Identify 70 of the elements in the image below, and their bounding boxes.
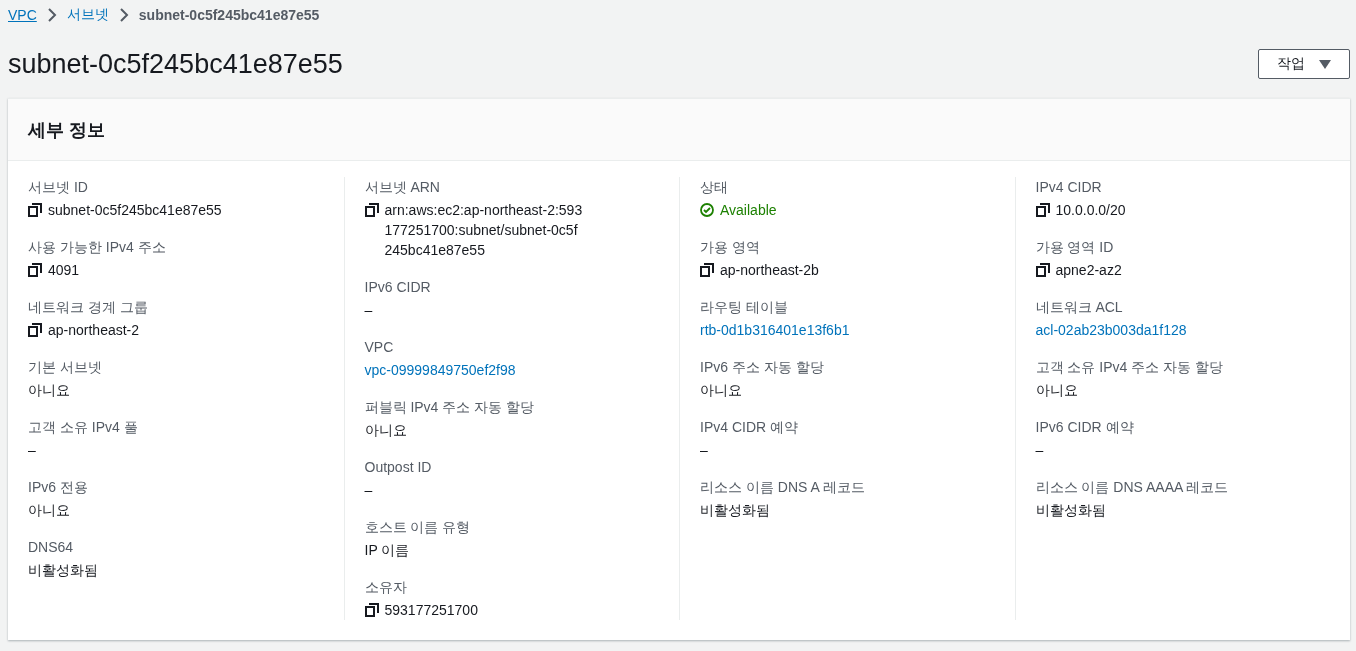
field-value: – <box>28 441 37 460</box>
field-value: apne2-az2 <box>1055 261 1122 280</box>
field-value: arn:aws:ec2:ap-northeast-2:593177251700:subnet/subnet-0c5f245bc41e87e55 <box>384 201 584 260</box>
check-circle-icon <box>700 203 714 217</box>
field-label: 서브넷 ARN <box>364 178 441 197</box>
field-label: 서브넷 ID <box>28 178 89 197</box>
breadcrumb-current: subnet-0c5f245bc41e87e55 <box>138 7 320 23</box>
field-label: 사용 가능한 IPv4 주소 <box>28 238 167 257</box>
field-label: 가용 영역 ID <box>1035 238 1115 257</box>
field-value: 비활성화됨 <box>1035 501 1107 520</box>
chevron-right-icon <box>46 8 57 22</box>
field-value: – <box>700 441 709 460</box>
field-label: 가용 영역 <box>700 238 761 257</box>
field-link[interactable]: vpc-09999849750ef2f98 <box>364 360 659 380</box>
field-value: – <box>364 481 374 500</box>
copy-icon[interactable] <box>28 263 42 277</box>
field-label: 고객 소유 IPv4 주소 자동 할당 <box>1035 358 1224 377</box>
field-label: 라우팅 테이블 <box>700 298 789 317</box>
field-label: IPv6 전용 <box>28 478 89 497</box>
field-label: 네트워크 ACL <box>1035 298 1124 317</box>
panel-title: 세부 정보 <box>28 118 105 142</box>
copy-icon[interactable] <box>700 263 714 277</box>
field-label: 소유자 <box>364 578 408 597</box>
copy-icon[interactable] <box>364 203 379 217</box>
field-label: IPv6 CIDR 예약 <box>1035 418 1135 437</box>
field-value: 아니요 <box>1035 381 1079 400</box>
field-label: DNS64 <box>28 538 75 557</box>
status-text: Available <box>720 201 777 220</box>
copy-icon[interactable] <box>28 323 42 337</box>
field-label: IPv4 CIDR <box>1035 178 1103 197</box>
field-value: 아니요 <box>364 421 408 440</box>
field-value: 비활성화됨 <box>700 501 771 520</box>
field-label: IPv4 CIDR 예약 <box>700 418 799 437</box>
copy-icon[interactable] <box>364 603 379 617</box>
field-value: 비활성화됨 <box>28 561 99 580</box>
copy-icon[interactable] <box>1035 203 1050 217</box>
field-label: 호스트 이름 유형 <box>364 518 472 537</box>
field-link[interactable]: rtb-0d1b316401e13f6b1 <box>700 320 995 340</box>
field-label: 리소스 이름 DNS A 레코드 <box>700 478 866 497</box>
field-label: IPv6 주소 자동 할당 <box>700 358 825 377</box>
field-label: Outpost ID <box>364 458 433 477</box>
field-value: 아니요 <box>28 501 71 520</box>
field-label: IPv6 CIDR <box>364 278 432 297</box>
field-value: ap-northeast-2b <box>720 261 819 280</box>
caret-down-icon <box>1319 59 1331 69</box>
field-label: 리소스 이름 DNS AAAA 레코드 <box>1035 478 1230 497</box>
field-label: VPC <box>364 338 395 357</box>
field-value: IP 이름 <box>364 541 411 560</box>
field-value: 593177251700 <box>384 601 478 620</box>
copy-icon[interactable] <box>28 203 42 217</box>
field-value: 아니요 <box>28 381 71 400</box>
field-link[interactable]: acl-02ab23b003da1f128 <box>1035 320 1330 340</box>
breadcrumb-link[interactable]: VPC <box>8 7 37 23</box>
field-label: 네트워크 경계 그룹 <box>28 298 149 317</box>
field-label: 상태 <box>700 178 729 197</box>
field-value: subnet-0c5f245bc41e87e55 <box>48 201 222 220</box>
actions-button[interactable]: 작업 <box>1258 49 1350 79</box>
chevron-right-icon <box>118 8 129 22</box>
field-value: 아니요 <box>700 381 743 400</box>
field-value: 4091 <box>48 261 80 280</box>
breadcrumb-link[interactable]: 서브넷 <box>66 6 109 24</box>
field-label: 퍼블릭 IPv4 주소 자동 할당 <box>364 398 536 417</box>
field-value: – <box>364 301 374 320</box>
copy-icon[interactable] <box>1035 263 1050 277</box>
field-value: ap-northeast-2 <box>48 321 140 340</box>
field-value: 10.0.0.0/20 <box>1055 201 1126 220</box>
field-label: 고객 소유 IPv4 풀 <box>28 418 139 437</box>
field-label: 기본 서브넷 <box>28 358 103 377</box>
page-title: subnet-0c5f245bc41e87e55 <box>8 48 343 80</box>
field-value: – <box>1035 441 1045 460</box>
